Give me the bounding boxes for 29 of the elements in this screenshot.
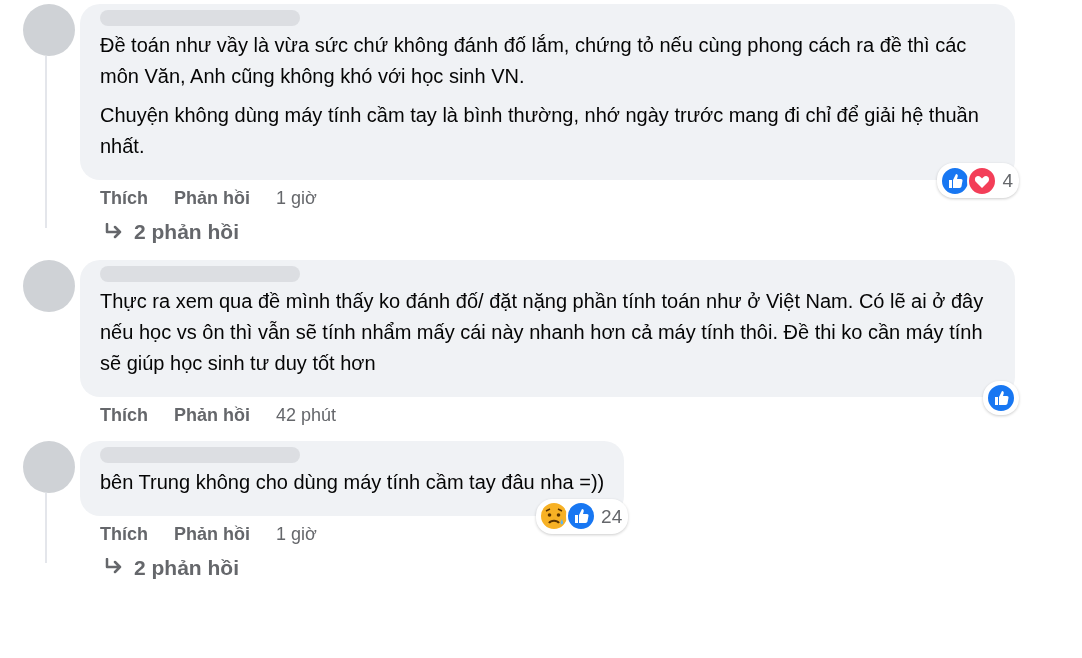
reaction-count: 24 [601,504,623,529]
like-reaction-icon [986,382,1016,413]
reaction-summary[interactable]: 24 [536,498,629,534]
reply-link[interactable]: Phản hồi [174,185,250,212]
reaction-count: 4 [1002,169,1013,193]
avatar[interactable] [23,440,75,493]
avatar[interactable] [23,4,75,56]
like-link[interactable]: Thích [100,185,148,212]
timestamp: 42 phút [276,403,337,427]
timestamp: 1 giờ [276,522,317,546]
comment-text: Đề toán như vầy là vừa sức chứ không đánh đố lắm, chứng tỏ nếu cùng phong cách ra đề thì các môn Văn, Anh cũng không khó với học sinh VN. [100,33,968,89]
like-reaction-icon [566,501,597,531]
view-replies-link[interactable]: 2 phản hồi [134,551,239,583]
sad-face-icon [539,501,570,531]
reply-link[interactable]: Phản hồi [174,520,250,548]
timestamp: 1 giờ [276,187,317,210]
comment-text: bên Trung không cho dùng máy tính cầm tay đâu nha =)) [100,469,605,495]
comment-text: Chuyện không dùng máy tính cầm tay là bình thường, nhớ ngày trước mang đi chỉ để giải hệ thuần nhất. [100,103,980,159]
reply-link[interactable]: Phản hồi [174,401,250,429]
heart-reaction-icon [967,165,998,196]
like-link[interactable]: Thích [100,520,148,548]
reply-arrow-icon [104,222,124,241]
comment-text: Thực ra xem qua đề mình thấy ko đánh đố/ đặt nặng phần tính toán như ở Việt Nam. Có lẽ ai ở đây nếu học vs ôn thì vẫn sẽ tính nhẩm mấy cái này nhanh hơn cả máy tính thôi. Đề thi ko cần máy tính sẽ giúp học sinh tư duy tốt hơn [100,288,985,376]
reaction-summary[interactable] [983,380,1019,415]
like-reaction-icon [940,165,971,196]
like-link[interactable]: Thích [100,401,148,429]
reaction-summary[interactable]: 4 [937,163,1019,198]
view-replies-link[interactable]: 2 phản hồi [134,216,239,248]
avatar[interactable] [23,259,75,312]
